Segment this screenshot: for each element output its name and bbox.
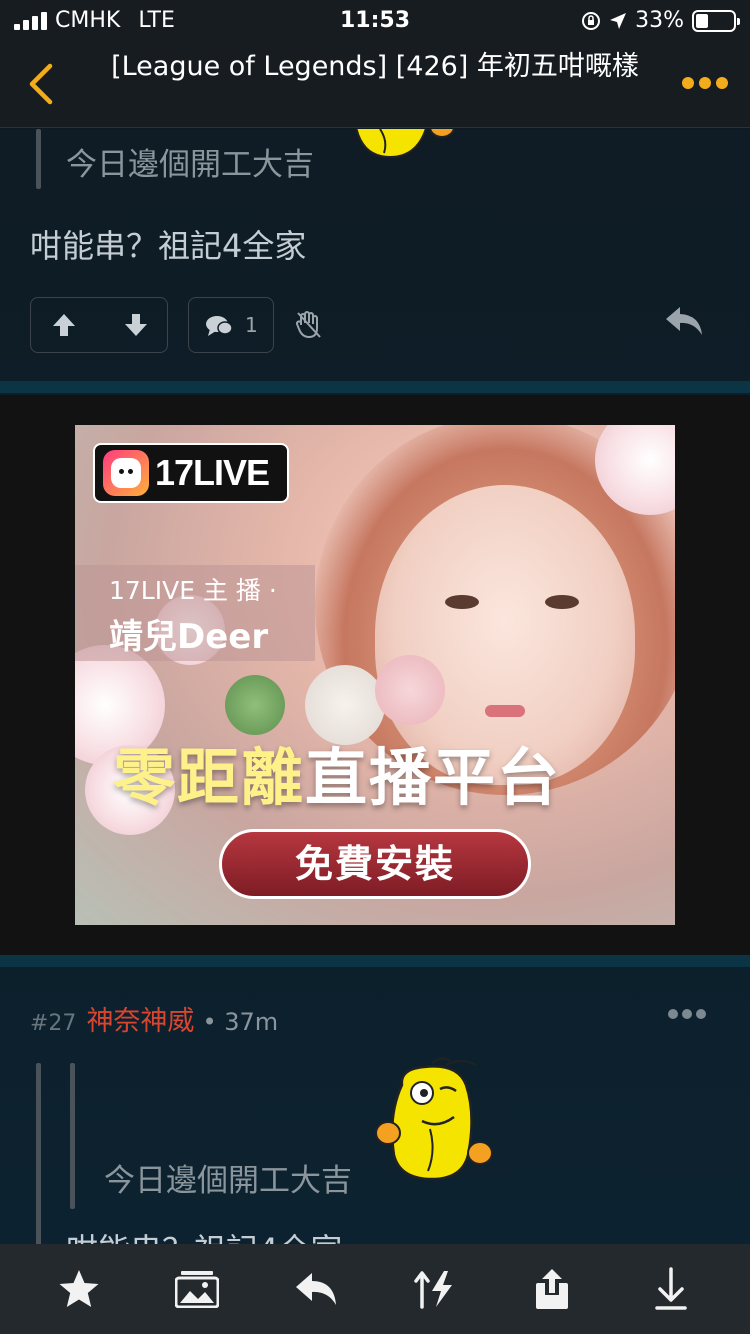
location-icon (610, 12, 627, 29)
more-dots-icon (682, 77, 694, 89)
divider (0, 955, 750, 967)
bottom-toolbar (0, 1244, 750, 1334)
sort-icon (414, 1271, 453, 1309)
quote-bar-inner (70, 1063, 75, 1209)
more-dots-icon (668, 1009, 678, 1019)
post-more-button[interactable] (668, 1009, 706, 1021)
reply-button[interactable] (286, 1259, 346, 1319)
battery-icon (692, 9, 740, 32)
reply-text-partial: 咁能串？祖記4全家 (66, 1225, 342, 1244)
rotation-lock-icon (582, 11, 601, 30)
comment-count: 1 (245, 313, 258, 337)
gallery-icon (175, 1271, 220, 1308)
star-icon (59, 1270, 99, 1307)
block-hand-icon[interactable] (296, 311, 322, 339)
upvote-icon[interactable] (51, 312, 77, 338)
author-name[interactable]: 神奈神威 (86, 999, 194, 1038)
host-line2: 靖兒Deer (109, 617, 269, 657)
share-icon (536, 1269, 569, 1309)
sticker-image (355, 129, 455, 159)
quote-bar-outer (36, 1063, 41, 1244)
downvote-icon[interactable] (123, 312, 149, 338)
more-button[interactable] (682, 68, 728, 98)
brand-logo: 17LIVE (93, 443, 289, 503)
live-camera-icon (103, 450, 149, 496)
post-number: #27 (30, 1011, 77, 1036)
sticker-image (375, 1057, 493, 1181)
quote-bar (36, 129, 41, 189)
divider (0, 381, 750, 393)
reply-text: 咁能串？祖記4全家 (30, 227, 307, 265)
share-button[interactable] (522, 1259, 582, 1319)
jump-bottom-button[interactable] (641, 1259, 701, 1319)
ad-banner[interactable]: 17LIVE 17LIVE 主 播 · 靖兒Deer 零距離直播平台 免費安裝 (75, 425, 675, 925)
back-button[interactable] (22, 60, 62, 108)
comment-icon (206, 316, 233, 336)
jump-down-icon (655, 1267, 687, 1310)
ad-area: 17LIVE 17LIVE 主 播 · 靖兒Deer 零距離直播平台 免費安裝 (0, 395, 750, 955)
ad-headline: 零距離直播平台 (113, 741, 562, 814)
reply-icon (295, 1273, 336, 1305)
favorite-button[interactable] (49, 1259, 109, 1319)
host-line1: 17LIVE 主 播 · (109, 576, 277, 605)
install-button[interactable]: 免費安裝 (219, 829, 531, 899)
status-bar: CMHK LTE 11:53 33% (0, 0, 750, 40)
post-header: #27 神奈神威 • 37m (30, 999, 278, 1038)
gallery-button[interactable] (167, 1259, 227, 1319)
post-time: • 37m (202, 1008, 279, 1036)
thread-title: [League of Legends] [426] 年初五咁嘅樣 (111, 51, 639, 82)
thread-content[interactable]: 今日邊個開工大吉 咁能串？祖記4全家 1 17LIVE 17LIVE 主 播 ·… (0, 129, 750, 1244)
reply-arrow-icon[interactable] (664, 305, 704, 337)
comment-count-button[interactable]: 1 (188, 297, 274, 353)
quote-text: 今日邊個開工大吉 (66, 147, 314, 183)
nav-bar: [League of Legends] [426] 年初五咁嘅樣 (0, 40, 750, 128)
quote-text: 今日邊個開工大吉 (104, 1163, 352, 1199)
battery-percent: 33% (635, 8, 684, 33)
vote-box (30, 297, 168, 353)
chevron-left-icon (29, 63, 53, 105)
sort-button[interactable] (404, 1259, 464, 1319)
